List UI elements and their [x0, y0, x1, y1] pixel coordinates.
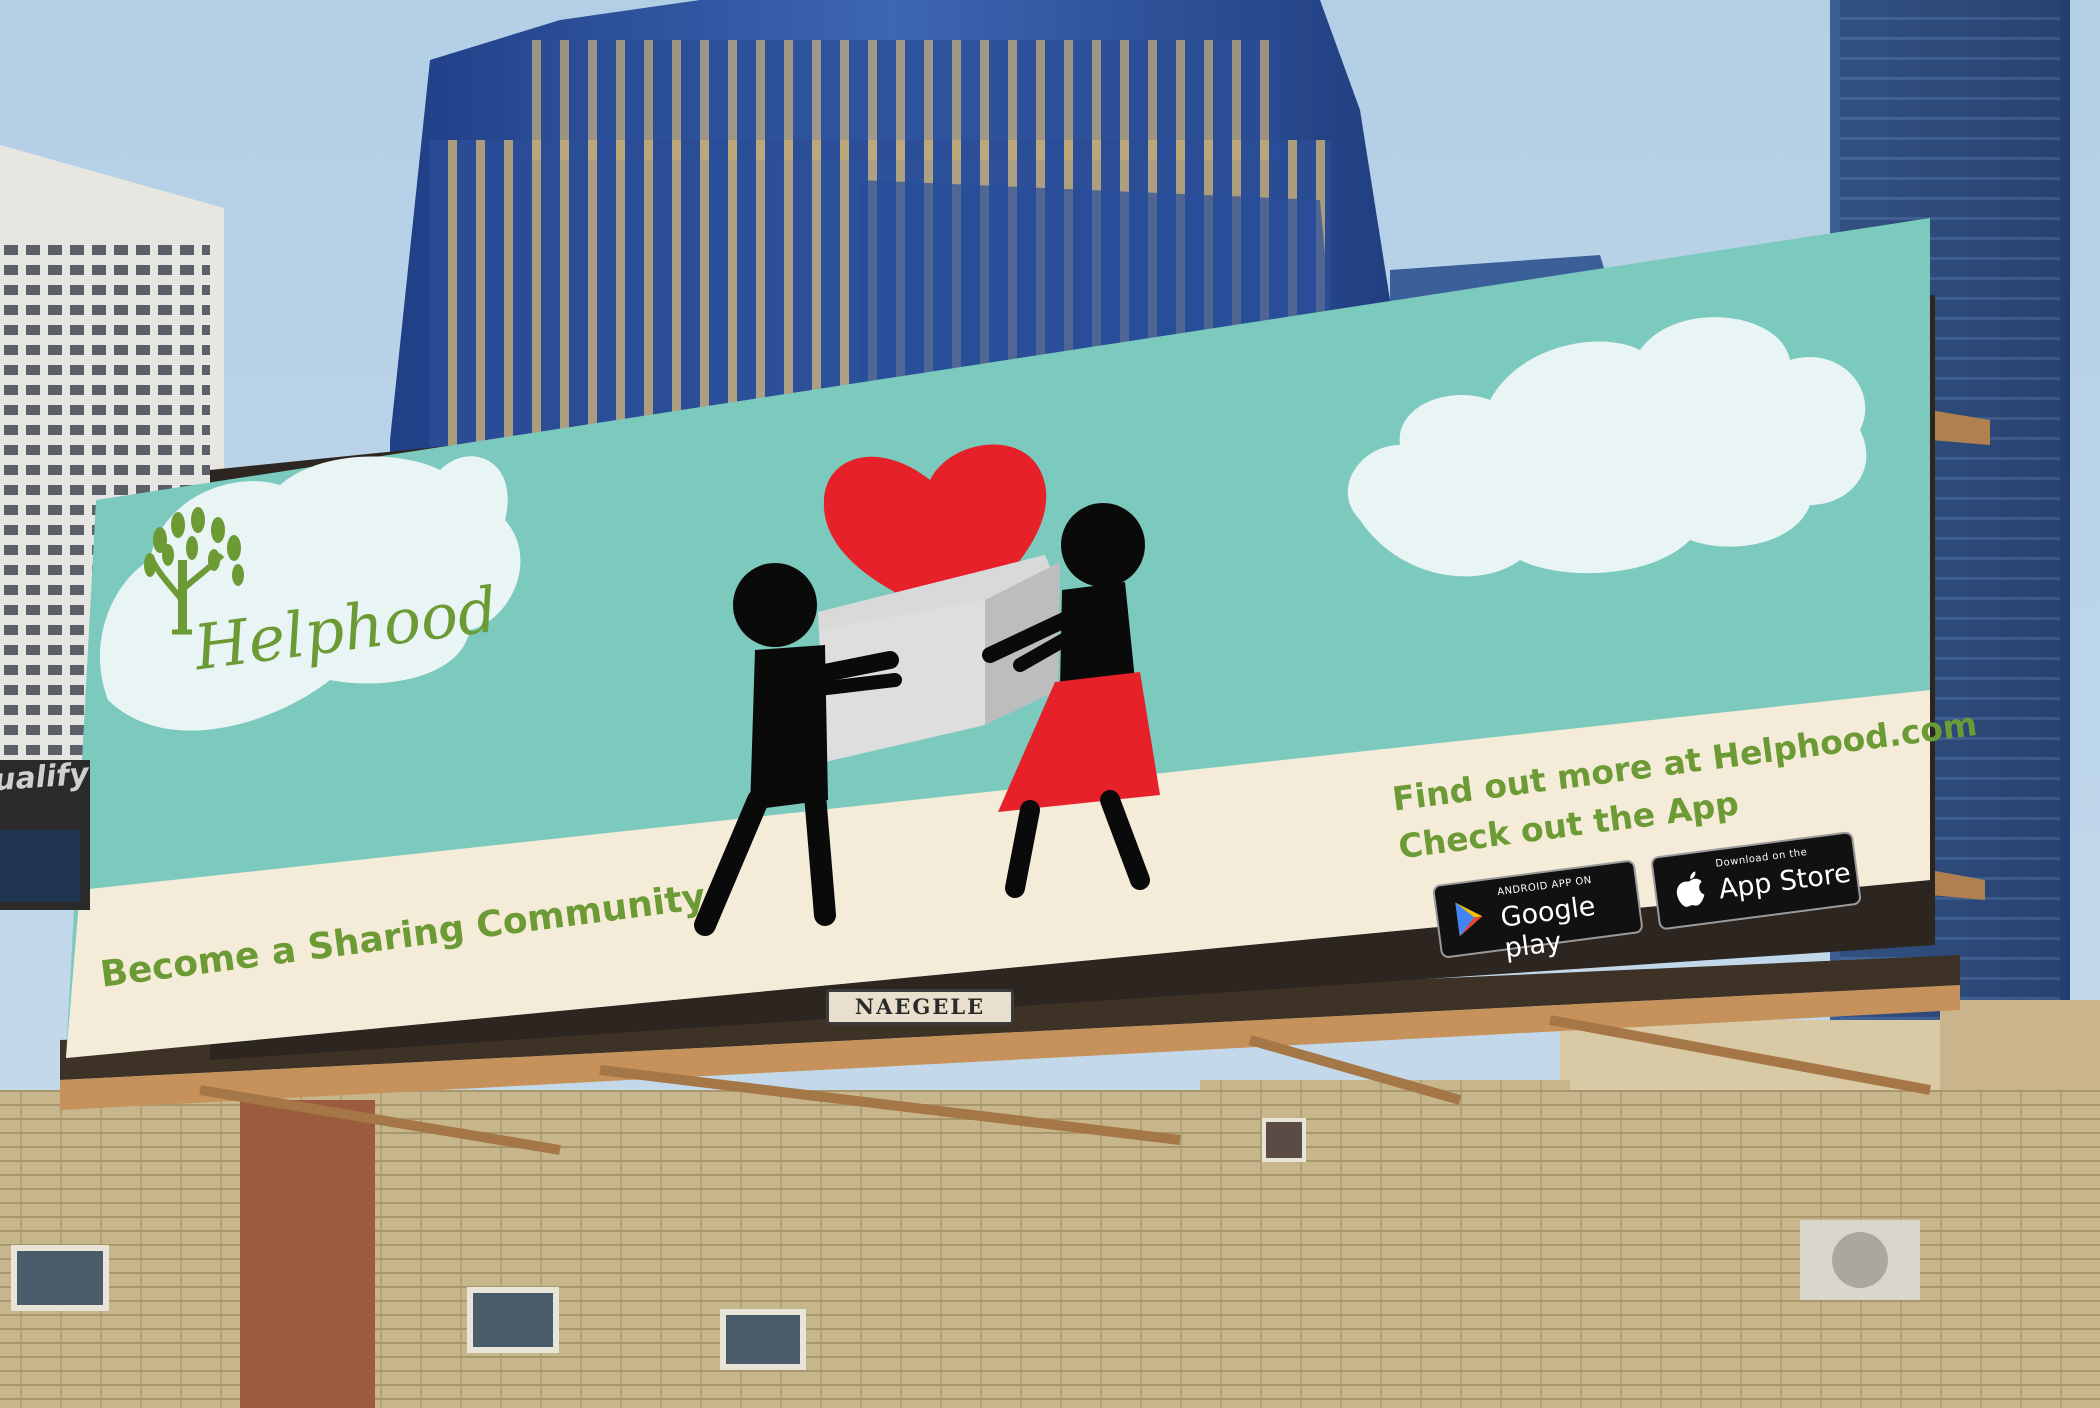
apple-icon [1676, 871, 1705, 907]
partial-sign-text: ualify [0, 756, 90, 799]
billboard-photo-scene [0, 0, 2100, 1408]
google-play-icon [1455, 902, 1483, 937]
naegele-sign: NAEGELE [826, 989, 1014, 1025]
billboard-pole [240, 1100, 375, 1408]
